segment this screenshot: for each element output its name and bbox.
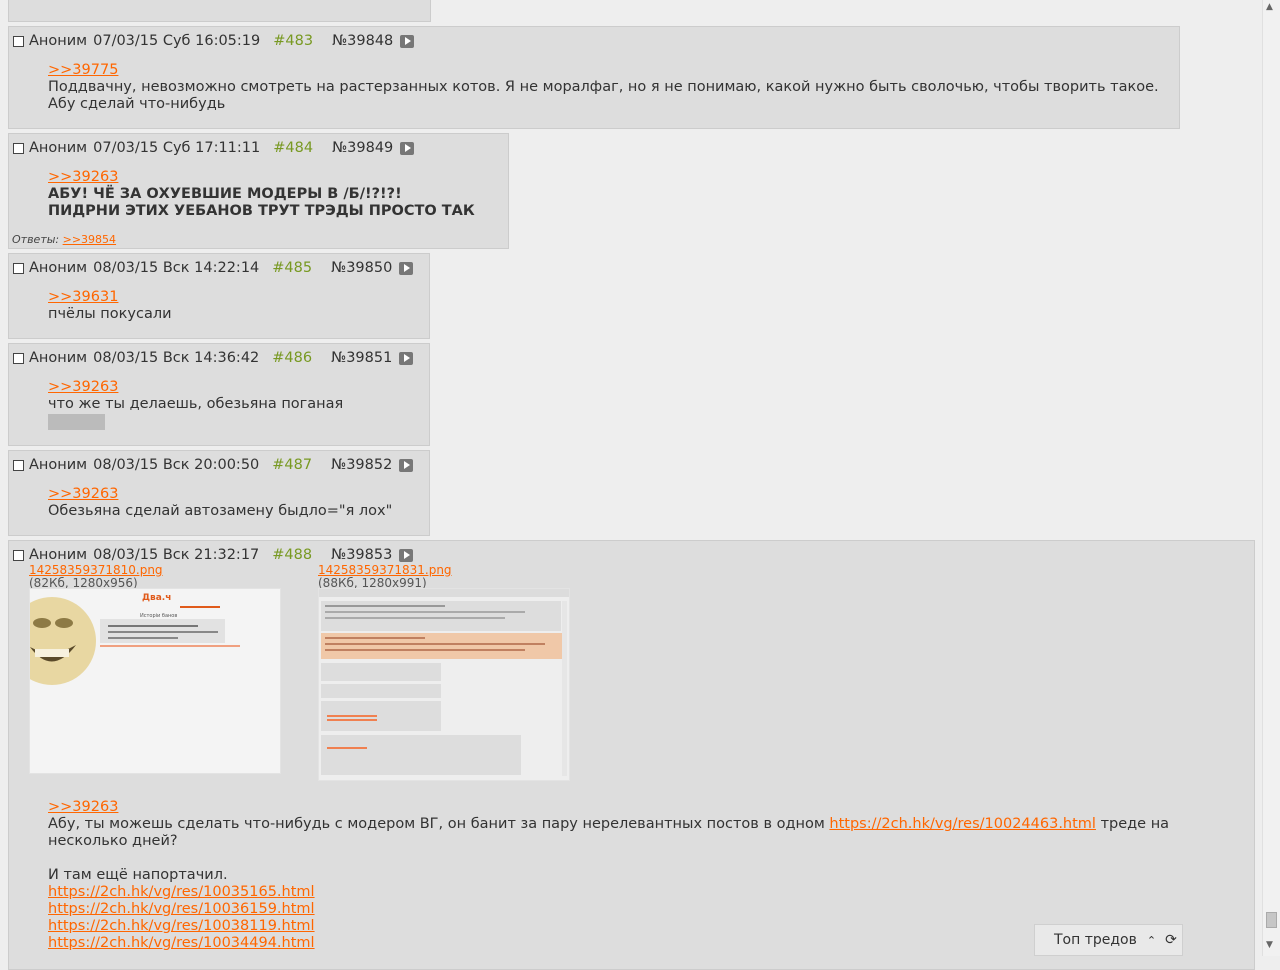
- post-body: >>39263 АБУ! ЧЁ ЗА ОХУЕВШИЕ МОДЕРЫ В /Б/…: [48, 169, 475, 220]
- reply-link[interactable]: >>39775: [48, 62, 118, 78]
- post-text-line: Абу сделай что-нибудь: [48, 96, 226, 112]
- post-number[interactable]: №39853: [331, 547, 392, 563]
- post-remnant: [8, 0, 431, 22]
- post-body: >>39631 пчёлы покусали: [48, 289, 172, 323]
- reply-link[interactable]: >>39631: [48, 289, 118, 305]
- post-text-line: что же ты делаешь, обезьяна поганая: [48, 396, 344, 412]
- post-date: 08/03/15 Вск 20:00:50: [93, 457, 260, 473]
- post-body: >>39263 Абу, ты можешь сделать что-нибуд…: [48, 799, 1169, 952]
- thumbnail-site-title: Два.ч: [142, 593, 172, 603]
- post-select-checkbox[interactable]: [13, 35, 24, 47]
- post-select-checkbox[interactable]: [13, 549, 24, 561]
- post-header: Аноним 07/03/15 Суб 16:05:19 #483 №39848: [13, 31, 415, 51]
- post-text: треде на: [1095, 816, 1170, 832]
- post-39850: Аноним 08/03/15 Вск 14:22:14 #485 №39850…: [8, 253, 430, 339]
- post-select-checkbox[interactable]: [13, 459, 24, 471]
- reply-link[interactable]: >>39263: [48, 486, 118, 502]
- post-date: 07/03/15 Суб 16:05:19: [93, 33, 261, 49]
- post-39848: Аноним 07/03/15 Суб 16:05:19 #483 №39848…: [8, 26, 1180, 129]
- post-body: >>39263 Обезьяна сделай автозамену быдло…: [48, 486, 392, 520]
- post-text-line: И там ещё напортачил.: [48, 867, 228, 883]
- post-select-checkbox[interactable]: [13, 352, 24, 364]
- reply-link[interactable]: >>39263: [48, 799, 118, 815]
- expand-arrow-icon[interactable]: [399, 261, 414, 275]
- post-text-line: Абу, ты можешь сделать что-нибудь с моде…: [48, 816, 1169, 833]
- expand-arrow-icon[interactable]: [399, 548, 414, 562]
- attached-file-1: 14258359371810.png (82Кб, 1280x956): [29, 564, 163, 590]
- expand-arrow-icon[interactable]: [399, 351, 414, 365]
- post-date: 07/03/15 Суб 17:11:11: [93, 140, 261, 156]
- double-chevron-up-icon[interactable]: ⌃: [1147, 934, 1156, 947]
- post-index[interactable]: #487: [272, 457, 312, 473]
- post-index[interactable]: #483: [273, 33, 313, 49]
- post-number[interactable]: №39852: [331, 457, 392, 473]
- post-date: 08/03/15 Вск 14:22:14: [93, 260, 260, 276]
- post-date: 08/03/15 Вск 14:36:42: [93, 350, 260, 366]
- post-text-line: АБУ! ЧЁ ЗА ОХУЕВШИЕ МОДЕРЫ В /Б/!?!?!: [48, 186, 402, 202]
- post-39852: Аноним 08/03/15 Вск 20:00:50 #487 №39852…: [8, 450, 430, 536]
- post-select-checkbox[interactable]: [13, 142, 24, 154]
- poster-name: Аноним: [29, 350, 88, 366]
- post-text-line: пчёлы покусали: [48, 306, 172, 322]
- refresh-icon[interactable]: ⟳: [1165, 932, 1177, 948]
- post-header: Аноним 08/03/15 Вск 14:22:14 #485 №39850: [13, 258, 414, 278]
- post-text-line: Поддвачну, невозможно смотреть на растер…: [48, 79, 1159, 95]
- reply-link[interactable]: >>39263: [48, 169, 118, 185]
- replies-label: Ответы:: [12, 233, 60, 246]
- post-39853: Аноним 08/03/15 Вск 21:32:17 #488 №39853…: [8, 540, 1255, 970]
- page-scrollbar[interactable]: ▲ ▼: [1262, 0, 1280, 956]
- scroll-up-arrow-icon[interactable]: ▲: [1266, 2, 1273, 12]
- poster-name: Аноним: [29, 260, 88, 276]
- post-number[interactable]: №39848: [332, 33, 393, 49]
- post-body: >>39775 Поддвачну, невозможно смотреть н…: [48, 62, 1159, 113]
- post-header: Аноним 08/03/15 Вск 20:00:50 #487 №39852: [13, 455, 414, 475]
- image-thumbnail-2[interactable]: [318, 588, 570, 781]
- thread-link[interactable]: https://2ch.hk/vg/res/10036159.html: [48, 901, 315, 917]
- post-index[interactable]: #488: [272, 547, 312, 563]
- post-select-checkbox[interactable]: [13, 262, 24, 274]
- thread-link[interactable]: https://2ch.hk/vg/res/10034494.html: [48, 935, 315, 951]
- image-thumbnail-1[interactable]: Два.ч Исторіи банов: [29, 588, 281, 774]
- post-header: Аноним 08/03/15 Вск 21:32:17 #488 №39853: [13, 545, 414, 565]
- thread-link[interactable]: https://2ch.hk/vg/res/10038119.html: [48, 918, 315, 934]
- spoiler-block[interactable]: [48, 414, 105, 430]
- post-39849: Аноним 07/03/15 Суб 17:11:11 #484 №39849…: [8, 133, 509, 249]
- post-body: >>39263 что же ты делаешь, обезьяна пога…: [48, 379, 343, 430]
- thumbnail-preview: [319, 589, 569, 780]
- expand-arrow-icon[interactable]: [400, 34, 415, 48]
- top-threads-label[interactable]: Топ тредов: [1054, 932, 1137, 948]
- post-number[interactable]: №39849: [332, 140, 393, 156]
- replies-list: Ответы: >>39854: [12, 233, 116, 246]
- post-text-line: ПИДРНИ ЭТИХ УЕБАНОВ ТРУТ ТРЭДЫ ПРОСТО ТА…: [48, 203, 475, 219]
- reply-back-link[interactable]: >>39854: [63, 233, 116, 246]
- expand-arrow-icon[interactable]: [399, 458, 414, 472]
- poster-name: Аноним: [29, 547, 88, 563]
- thread-link[interactable]: https://2ch.hk/vg/res/10024463.html: [829, 816, 1096, 832]
- post-date: 08/03/15 Вск 21:32:17: [93, 547, 260, 563]
- post-index[interactable]: #485: [272, 260, 312, 276]
- top-threads-widget[interactable]: Топ тредов ⌃ ⟳: [1034, 924, 1183, 956]
- post-text-line: несколько дней?: [48, 833, 178, 849]
- attached-file-2: 14258359371831.png (88Кб, 1280x991): [318, 564, 452, 590]
- expand-arrow-icon[interactable]: [400, 141, 415, 155]
- post-number[interactable]: №39851: [331, 350, 392, 366]
- poster-name: Аноним: [29, 33, 88, 49]
- poster-name: Аноним: [29, 140, 88, 156]
- thumbnail-heading: Исторіи банов: [140, 613, 178, 619]
- post-number[interactable]: №39850: [331, 260, 392, 276]
- scroll-down-arrow-icon[interactable]: ▼: [1266, 940, 1273, 950]
- scrollbar-thumb[interactable]: [1266, 912, 1277, 928]
- post-text: Абу, ты можешь сделать что-нибудь с моде…: [48, 816, 830, 832]
- thread-link[interactable]: https://2ch.hk/vg/res/10035165.html: [48, 884, 315, 900]
- post-index[interactable]: #486: [272, 350, 312, 366]
- post-header: Аноним 08/03/15 Вск 14:36:42 #486 №39851: [13, 348, 414, 368]
- post-39851: Аноним 08/03/15 Вск 14:36:42 #486 №39851…: [8, 343, 430, 446]
- post-index[interactable]: #484: [273, 140, 313, 156]
- post-text-line: Обезьяна сделай автозамену быдло="я лох": [48, 503, 393, 519]
- post-header: Аноним 07/03/15 Суб 17:11:11 #484 №39849: [13, 138, 415, 158]
- poster-name: Аноним: [29, 457, 88, 473]
- reply-link[interactable]: >>39263: [48, 379, 118, 395]
